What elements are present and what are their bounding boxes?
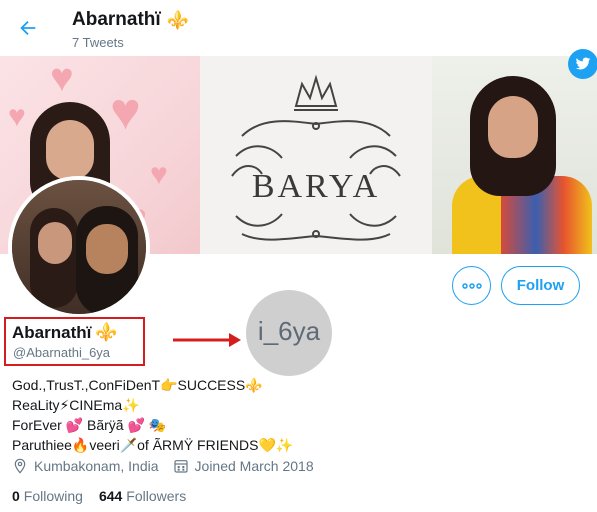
join-date: Joined March 2018 [173, 458, 314, 474]
heart-icon: ♥ [110, 83, 141, 141]
heart-icon: ♥ [8, 100, 26, 133]
profile-meta: Kumbakonam, India Joined March 2018 [12, 458, 328, 474]
profile-handle[interactable]: @Abarnathi_6ya [13, 345, 110, 360]
follow-counts: 0 Following 644 Followers [12, 488, 186, 504]
handle-annotation-text: i_6ya [257, 316, 321, 346]
banner-logo-text: BARYA [251, 168, 381, 205]
profile-name-text: Abarnathï [12, 322, 92, 342]
twitter-bird-icon [568, 49, 597, 79]
fleur-de-lis-icon: ⚜️ [95, 322, 118, 342]
location-text: Kumbakonam, India [34, 458, 159, 474]
back-button[interactable] [14, 14, 42, 42]
join-date-text: Joined March 2018 [194, 458, 314, 474]
tweet-count: 7 Tweets [72, 35, 124, 50]
handle-annotation-circle: i_6ya [246, 290, 332, 376]
followers-count: 644 [98, 488, 123, 504]
followers-label: Followers [126, 488, 187, 504]
followers-link[interactable]: 644 Followers [99, 488, 186, 504]
more-dots-icon [461, 282, 482, 289]
barya-logo-panel: BARYA [200, 56, 432, 254]
heart-icon: ♥ [150, 158, 168, 191]
following-count: 0 [12, 488, 20, 504]
profile-header: Abarnathï ⚜️ 7 Tweets [0, 0, 597, 56]
profile-avatar[interactable] [8, 176, 150, 318]
bio-line: God.,TrusT.,ConFiDenT👉SUCCESS⚜️ [12, 377, 263, 393]
profile-name: Abarnathï ⚜️ [12, 322, 118, 343]
header-name: Abarnathï [72, 9, 161, 30]
following-link[interactable]: 0 Following [12, 488, 83, 504]
location: Kumbakonam, India [12, 458, 159, 474]
header-title: Abarnathï ⚜️ [72, 9, 189, 31]
crown-ornament-icon [231, 74, 401, 241]
profile-bio: God.,TrusT.,ConFiDenT👉SUCCESS⚜️ ReaLity⚡… [12, 375, 582, 455]
bio-line: ReaLity⚡CINEma✨ [12, 397, 140, 413]
bio-line: ForEver 💕 Bãrÿã 💕 🎭 [12, 417, 167, 433]
arrow-left-icon [20, 20, 36, 36]
follow-button[interactable]: Follow [501, 266, 580, 305]
red-arrow-icon [173, 333, 241, 347]
calendar-icon [173, 460, 188, 473]
bio-line: Paruthiee🔥veeri🗡️of ÃRMŸ FRIENDS💛✨ [12, 437, 294, 453]
fleur-de-lis-icon: ⚜️ [166, 9, 190, 30]
heart-icon: ♥ [50, 56, 74, 100]
following-label: Following [23, 488, 83, 504]
banner-right-photo [432, 56, 597, 254]
location-pin-icon [14, 458, 26, 474]
more-options-button[interactable] [452, 266, 491, 305]
